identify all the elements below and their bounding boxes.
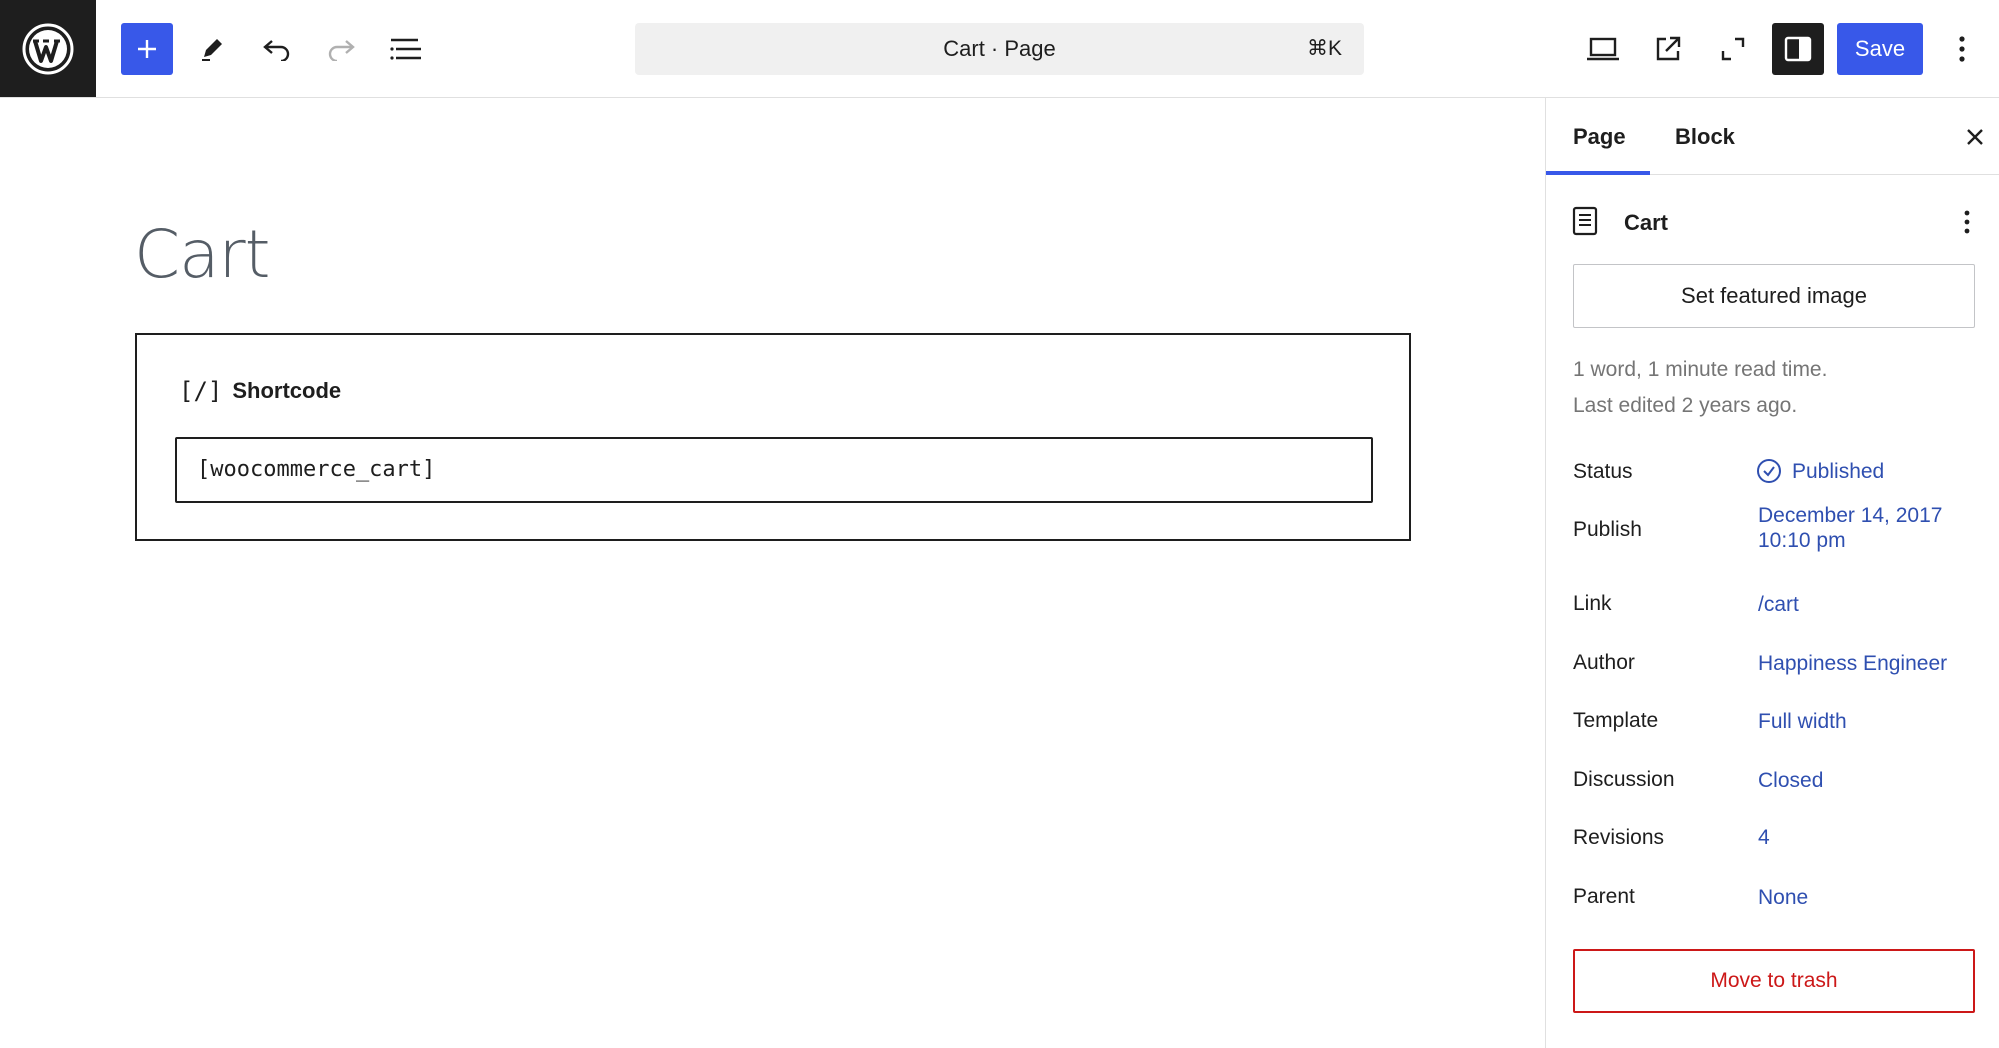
document-overview-button[interactable] <box>380 23 432 75</box>
settings-sidebar: Page Block Cart Set featured image 1 wor… <box>1545 98 1999 1048</box>
shortcode-label-text: Shortcode <box>232 378 342 403</box>
close-icon <box>1967 129 1983 145</box>
undo-icon <box>263 40 290 61</box>
move-to-trash-button[interactable]: Move to trash <box>1573 949 1975 1013</box>
active-tab-indicator <box>1546 171 1650 175</box>
word-count-text: 1 word, 1 minute read time. <box>1573 358 1828 381</box>
laptop-icon <box>1587 37 1619 61</box>
post-card: Cart <box>1572 202 1972 244</box>
document-title: Cart · Page <box>943 36 1056 61</box>
more-vertical-icon <box>1964 210 1970 234</box>
revisions-value[interactable]: 4 <box>1758 825 1770 850</box>
publish-date: December 14, 2017 <box>1758 504 1943 527</box>
publish-date-button[interactable]: December 14, 2017 10:10 pm <box>1758 503 1942 553</box>
tab-page[interactable]: Page <box>1573 98 1626 175</box>
wordpress-logo-icon[interactable] <box>0 0 96 97</box>
editor-header: Cart · Page ⌘K Save <box>0 0 1999 98</box>
page-title[interactable]: Cart <box>134 216 271 293</box>
close-sidebar-button[interactable] <box>1958 120 1992 154</box>
view-page-button[interactable] <box>1642 23 1694 75</box>
publish-time: 10:10 pm <box>1758 529 1846 552</box>
shortcode-block-label: [/] Shortcode <box>179 377 341 405</box>
link-value[interactable]: /cart <box>1758 592 1799 617</box>
preview-button[interactable] <box>1577 23 1629 75</box>
author-value[interactable]: Happiness Engineer <box>1758 651 1947 676</box>
command-palette-button[interactable]: Cart · Page ⌘K <box>635 23 1364 75</box>
status-value: Published <box>1792 459 1885 483</box>
discussion-label: Discussion <box>1573 768 1675 791</box>
parent-value[interactable]: None <box>1758 885 1808 910</box>
set-featured-image-button[interactable]: Set featured image <box>1573 264 1975 328</box>
fullscreen-icon <box>1721 37 1745 61</box>
redo-icon <box>328 40 355 61</box>
parent-label: Parent <box>1573 885 1635 908</box>
pen-icon <box>202 39 222 61</box>
settings-button[interactable] <box>1772 23 1824 75</box>
more-vertical-icon <box>1959 36 1965 62</box>
discussion-value[interactable]: Closed <box>1758 768 1823 793</box>
options-button[interactable] <box>1944 23 1980 75</box>
list-view-icon <box>390 38 421 60</box>
shortcode-icon: [/] <box>179 377 223 405</box>
template-label: Template <box>1573 709 1659 732</box>
tools-button[interactable] <box>186 23 238 75</box>
plus-icon <box>138 40 156 58</box>
template-value[interactable]: Full width <box>1758 709 1847 734</box>
revisions-label: Revisions <box>1573 826 1665 849</box>
external-link-icon <box>1656 36 1681 61</box>
keyboard-shortcut-hint: ⌘K <box>1306 37 1342 60</box>
link-label: Link <box>1573 592 1612 615</box>
last-edited-text: Last edited 2 years ago. <box>1573 394 1798 417</box>
redo-button[interactable] <box>315 23 367 75</box>
post-card-title: Cart <box>1624 210 1669 235</box>
fullscreen-button[interactable] <box>1707 23 1759 75</box>
undo-button[interactable] <box>251 23 303 75</box>
published-check-icon <box>1757 459 1781 483</box>
status-label: Status <box>1573 460 1633 483</box>
post-actions-button[interactable] <box>1955 204 1979 240</box>
tab-block[interactable]: Block <box>1675 98 1735 175</box>
page-icon <box>1572 206 1598 236</box>
shortcode-input[interactable]: [woocommerce_cart] <box>175 437 1373 503</box>
shortcode-block[interactable]: [/] Shortcode [woocommerce_cart] <box>135 333 1411 541</box>
sidebar-icon <box>1784 36 1812 62</box>
editor-canvas: Cart [/] Shortcode [woocommerce_cart] <box>0 98 1545 1048</box>
publish-label: Publish <box>1573 518 1642 541</box>
status-value-button[interactable]: Published <box>1756 458 1884 484</box>
add-block-button[interactable] <box>121 23 173 75</box>
author-label: Author <box>1573 651 1635 674</box>
sidebar-tabs: Page Block <box>1546 98 1999 175</box>
save-button[interactable]: Save <box>1837 23 1923 75</box>
